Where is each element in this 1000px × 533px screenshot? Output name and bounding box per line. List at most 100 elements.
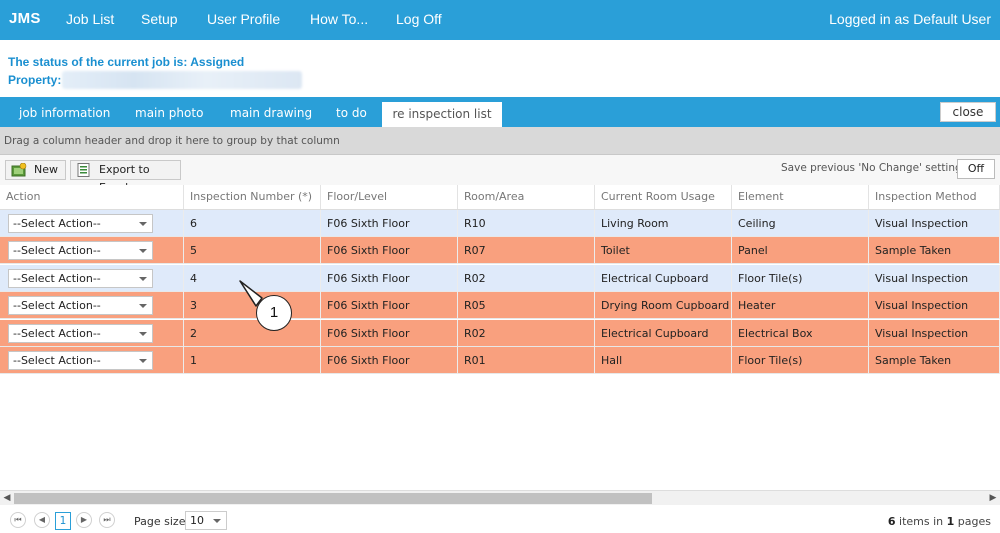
scrollbar-thumb[interactable] bbox=[14, 493, 652, 504]
chevron-down-icon bbox=[139, 276, 147, 281]
nav-job-list[interactable]: Job List bbox=[66, 11, 114, 27]
column-header-floor-level[interactable]: Floor/Level bbox=[321, 185, 458, 209]
cell-element: Electrical Box bbox=[732, 319, 869, 347]
cell-inspection-number: 2 bbox=[184, 319, 321, 347]
column-header-inspection-number[interactable]: Inspection Number (*) bbox=[184, 185, 321, 209]
cell-inspection-number: 3 bbox=[184, 292, 321, 320]
last-page-icon[interactable]: ⏭ bbox=[99, 512, 115, 528]
nav-setup[interactable]: Setup bbox=[141, 11, 178, 27]
cell-room-area: R02 bbox=[458, 319, 595, 347]
table-row[interactable]: --Select Action-- 3 F06 Sixth Floor R05 Dryi… bbox=[0, 292, 1000, 320]
pager: ⏮ ◀ 1 ▶ ⏭ Page size: 10 6 items in 1 pag… bbox=[0, 506, 1000, 533]
table-row[interactable]: --Select Action-- 2 F06 Sixth Floor R02 Elec… bbox=[0, 319, 1000, 347]
brand-logo[interactable]: JMS bbox=[9, 10, 41, 27]
nav-how-to[interactable]: How To... bbox=[310, 11, 368, 27]
cell-floor-level: F06 Sixth Floor bbox=[321, 347, 458, 374]
select-action-value: --Select Action-- bbox=[13, 217, 101, 230]
cell-action: --Select Action-- bbox=[0, 237, 184, 265]
cell-inspection-method: Sample Taken bbox=[869, 237, 1000, 265]
tab-job-information[interactable]: job information bbox=[19, 106, 110, 120]
cell-inspection-method: Visual Inspection bbox=[869, 210, 1000, 237]
table-row[interactable]: --Select Action-- 4 F06 Sixth Floor R02 Elec… bbox=[0, 264, 1000, 292]
cell-element: Heater bbox=[732, 292, 869, 320]
close-button[interactable]: close bbox=[940, 102, 996, 122]
cell-inspection-number: 5 bbox=[184, 237, 321, 265]
select-action-value: --Select Action-- bbox=[13, 326, 101, 340]
cell-element: Floor Tile(s) bbox=[732, 347, 869, 374]
cell-current-room-usage: Living Room bbox=[595, 210, 732, 237]
cell-inspection-method: Sample Taken bbox=[869, 347, 1000, 374]
select-action-dropdown[interactable]: --Select Action-- bbox=[8, 268, 153, 288]
cell-room-area: R01 bbox=[458, 347, 595, 374]
cell-room-area: R02 bbox=[458, 264, 595, 292]
excel-icon bbox=[77, 163, 90, 177]
tab-bar: job information main photo main drawing … bbox=[0, 97, 1000, 127]
page-size-label: Page size: bbox=[134, 515, 190, 528]
select-action-dropdown[interactable]: --Select Action-- bbox=[8, 351, 153, 370]
tab-re-inspection-list[interactable]: re inspection list bbox=[382, 102, 502, 127]
items-text: items in bbox=[899, 515, 944, 528]
page-number-current[interactable]: 1 bbox=[55, 512, 71, 530]
table-row[interactable]: --Select Action-- 5 F06 Sixth Floor R07 Toil… bbox=[0, 237, 1000, 265]
select-action-dropdown[interactable]: --Select Action-- bbox=[8, 214, 153, 233]
chevron-down-icon bbox=[139, 331, 147, 336]
first-page-icon[interactable]: ⏮ bbox=[10, 512, 26, 528]
cell-room-area: R07 bbox=[458, 237, 595, 265]
next-page-icon[interactable]: ▶ bbox=[76, 512, 92, 528]
select-action-dropdown[interactable]: --Select Action-- bbox=[8, 241, 153, 261]
property-label: Property: bbox=[8, 73, 62, 87]
table-row[interactable]: --Select Action-- 6 F06 Sixth Floor R10 Livi… bbox=[0, 210, 1000, 237]
cell-current-room-usage: Electrical Cupboard bbox=[595, 319, 732, 347]
cell-current-room-usage: Electrical Cupboard bbox=[595, 264, 732, 292]
cell-inspection-method: Visual Inspection bbox=[869, 264, 1000, 292]
logged-in-user[interactable]: Logged in as Default User bbox=[829, 11, 991, 27]
job-status-text: The status of the current job is: Assign… bbox=[8, 55, 245, 69]
tab-to-do[interactable]: to do bbox=[336, 106, 367, 120]
select-action-value: --Select Action-- bbox=[13, 244, 101, 258]
chevron-down-icon bbox=[213, 519, 221, 523]
nav-user-profile[interactable]: User Profile bbox=[207, 11, 280, 27]
select-action-dropdown[interactable]: --Select Action-- bbox=[8, 296, 153, 316]
new-button-label: New bbox=[34, 163, 58, 176]
select-action-dropdown[interactable]: --Select Action-- bbox=[8, 323, 153, 343]
column-header-current-room-usage[interactable]: Current Room Usage bbox=[595, 185, 732, 209]
prev-page-icon[interactable]: ◀ bbox=[34, 512, 50, 528]
cell-inspection-number: 6 bbox=[184, 210, 321, 237]
cell-action: --Select Action-- bbox=[0, 292, 184, 320]
select-action-value: --Select Action-- bbox=[13, 299, 101, 313]
cell-element: Floor Tile(s) bbox=[732, 264, 869, 292]
group-by-hint: Drag a column header and drop it here to… bbox=[4, 135, 340, 147]
new-button[interactable]: New bbox=[5, 160, 66, 180]
nav-log-off[interactable]: Log Off bbox=[396, 11, 442, 27]
pager-info: 6 items in 1 pages bbox=[888, 515, 991, 528]
column-header-action[interactable]: Action bbox=[0, 185, 184, 209]
cell-floor-level: F06 Sixth Floor bbox=[321, 319, 458, 347]
cell-action: --Select Action-- bbox=[0, 210, 184, 237]
scroll-right-icon[interactable]: ▶ bbox=[988, 493, 998, 504]
no-change-toggle[interactable]: Off bbox=[957, 159, 995, 179]
table-row[interactable]: --Select Action-- 1 F06 Sixth Floor R01 Hall… bbox=[0, 347, 1000, 374]
cell-action: --Select Action-- bbox=[0, 319, 184, 347]
column-header-element[interactable]: Element bbox=[732, 185, 869, 209]
cell-element: Ceiling bbox=[732, 210, 869, 237]
cell-room-area: R05 bbox=[458, 292, 595, 320]
page-size-select[interactable]: 10 bbox=[185, 511, 227, 530]
scroll-left-icon[interactable]: ◀ bbox=[2, 493, 12, 504]
tab-main-photo[interactable]: main photo bbox=[135, 106, 203, 120]
save-previous-label: Save previous 'No Change' settings: bbox=[781, 162, 971, 174]
column-header-inspection-method[interactable]: Inspection Method bbox=[869, 185, 1000, 209]
horizontal-scrollbar[interactable]: ◀ ▶ bbox=[0, 490, 1000, 505]
tab-main-drawing[interactable]: main drawing bbox=[230, 106, 312, 120]
export-to-excel-button[interactable]: Export to Excel bbox=[70, 160, 181, 194]
callout-marker: 1 bbox=[256, 295, 292, 331]
cell-action: --Select Action-- bbox=[0, 264, 184, 292]
cell-floor-level: F06 Sixth Floor bbox=[321, 264, 458, 292]
cell-current-room-usage: Toilet bbox=[595, 237, 732, 265]
column-header-room-area[interactable]: Room/Area bbox=[458, 185, 595, 209]
cell-room-area: R10 bbox=[458, 210, 595, 237]
cell-floor-level: F06 Sixth Floor bbox=[321, 292, 458, 320]
grid-toolbar: New Export to Excel Save previous 'No Ch… bbox=[0, 155, 1000, 194]
cell-element: Panel bbox=[732, 237, 869, 265]
page-size-value: 10 bbox=[190, 514, 204, 527]
group-by-panel[interactable]: Drag a column header and drop it here to… bbox=[0, 127, 1000, 155]
